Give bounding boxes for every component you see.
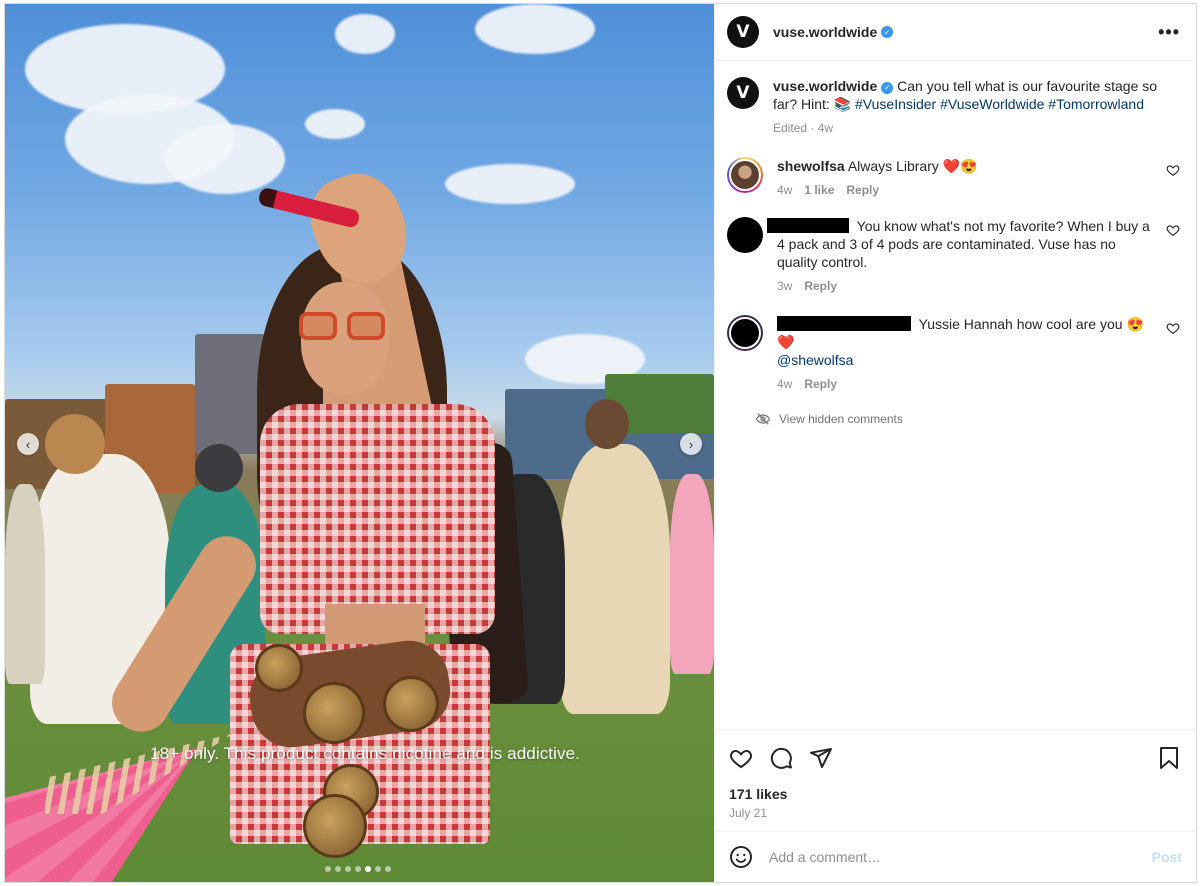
reply-button[interactable]: Reply [804,277,837,295]
carousel-dot [345,866,351,872]
crowd-head [195,444,243,492]
caption-meta: Edited · 4w [773,119,1172,137]
likes-count[interactable]: 171 likes [729,786,1180,802]
view-hidden-comments-button[interactable]: View hidden comments [755,411,1180,427]
avatar-letter: V [736,22,750,42]
caption-edited-time: Edited · 4w [773,121,834,135]
hashtag-link[interactable]: #VuseInsider [855,96,936,112]
comment-meta: 4w 1 like Reply [777,181,1156,199]
eye-off-icon [755,413,771,425]
verified-badge-icon: ✓ [881,82,894,94]
commenter-avatar[interactable] [727,315,763,351]
belt-disc [303,682,365,744]
redacted-username [777,316,911,331]
add-comment-bar: Post [715,831,1196,882]
author-avatar[interactable]: V [727,16,759,48]
more-options-icon[interactable]: ••• [1158,22,1180,43]
comment-meta: 4w Reply [777,375,1156,393]
like-comment-heart-icon[interactable] [1166,223,1180,237]
author-avatar[interactable]: V [727,77,759,109]
crowd-person [5,484,45,684]
action-icons-row [729,740,1180,776]
crowd-person [560,444,670,714]
author-username[interactable]: vuse.worldwide [773,24,877,40]
caption-username[interactable]: vuse.worldwide [773,78,877,94]
post-comment-button[interactable]: Post [1152,849,1182,865]
like-comment-heart-icon[interactable] [1166,163,1180,177]
comment-time: 4w [777,377,793,391]
comment-bubble-icon[interactable] [769,746,793,770]
crowd-person [670,474,714,674]
cloud [445,164,575,204]
health-warning-overlay: 18+ only. This product contains nicotine… [150,744,580,763]
mention-link[interactable]: @shewolfsa [777,352,853,368]
reply-button[interactable]: Reply [804,375,837,393]
comment-meta: 3w Reply [777,277,1156,295]
belt-disc [255,644,303,692]
post-side-panel: V vuse.worldwide ✓ ••• V vuse.worldwide ✓… [714,4,1196,882]
comment-input[interactable] [767,848,1152,866]
emoji-smiley-icon[interactable] [729,845,753,869]
carousel-dot [365,866,371,872]
crowd-head [585,399,629,449]
belt-disc [303,794,367,858]
commenter-avatar[interactable] [727,217,763,253]
carousel-next-button[interactable]: › [680,433,702,455]
crowd-head [45,414,105,474]
gingham-top [260,404,495,634]
carousel-dot [355,866,361,872]
post-header: V vuse.worldwide ✓ ••• [715,4,1196,61]
hashtag-link[interactable]: #Tomorrowland [1048,96,1144,112]
carousel-prev-button[interactable]: ‹ [17,433,39,455]
comment-item: Yussie Hannah how cool are you 😍❤️ @shew… [727,315,1180,393]
comment-username[interactable]: shewolfsa [777,158,845,174]
like-comment-heart-icon[interactable] [1166,321,1180,335]
like-heart-icon[interactable] [729,746,753,770]
comment-likes-link[interactable]: 1 like [804,181,834,199]
carousel-dot [375,866,381,872]
post-actions: 171 likes July 21 [715,729,1196,831]
belt-disc [383,676,439,732]
comment-text: Always Library ❤️😍 [847,158,978,174]
save-bookmark-icon[interactable] [1158,746,1180,770]
cloud [475,4,595,54]
chevron-left-icon: ‹ [25,436,31,452]
comments-section: V vuse.worldwide ✓ Can you tell what is o… [715,61,1196,729]
comment-item: shewolfsa Always Library ❤️😍 4w 1 like R… [727,157,1180,199]
carousel-indicator [325,866,391,872]
comment-time: 4w [777,183,793,197]
post-dialog: 18+ only. This product contains nicotine… [4,3,1197,883]
cloud [335,14,395,54]
comment-item: You know what's not my favorite? When I … [727,217,1180,295]
carousel-dot [385,866,391,872]
festival-stage [195,334,265,454]
cloud [305,109,365,139]
post-media[interactable]: 18+ only. This product contains nicotine… [5,4,714,882]
view-hidden-comments-label: View hidden comments [779,412,903,426]
sunglasses [299,312,391,342]
carousel-dot [335,866,341,872]
share-paper-plane-icon[interactable] [809,746,833,770]
hashtag-link[interactable]: #VuseWorldwide [940,96,1044,112]
post-date: July 21 [729,806,768,820]
avatar-letter: V [736,83,750,103]
chevron-right-icon: › [688,436,694,452]
redacted-username [767,218,849,233]
verified-badge-icon: ✓ [881,26,894,38]
cloud [165,124,285,194]
post-caption: V vuse.worldwide ✓ Can you tell what is o… [727,77,1180,137]
carousel-dot [325,866,331,872]
comment-time: 3w [777,279,793,293]
reply-button[interactable]: Reply [846,181,879,199]
commenter-avatar[interactable] [727,157,763,193]
